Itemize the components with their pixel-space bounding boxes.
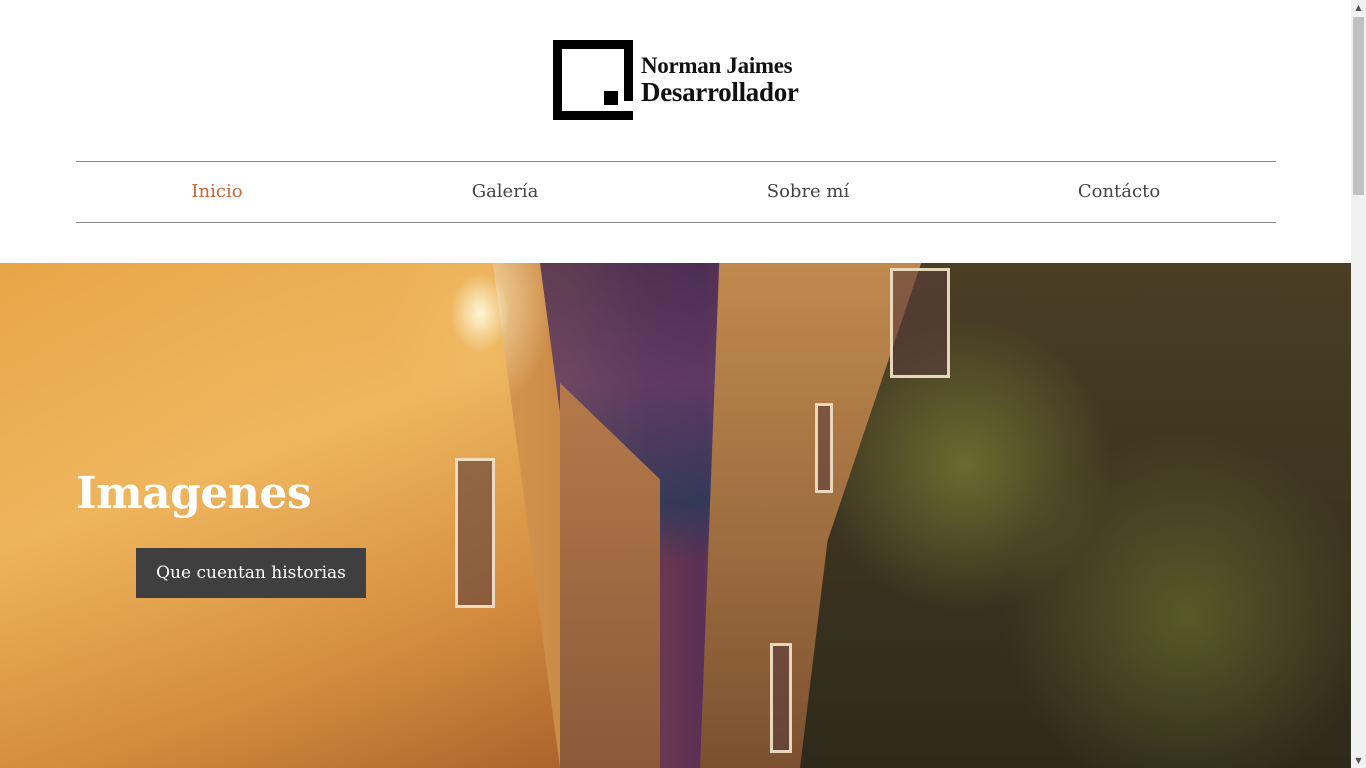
logo-dot (604, 91, 618, 105)
hero-window (815, 403, 833, 493)
hero-window (890, 268, 950, 378)
vertical-scrollbar[interactable]: ▲ ▼ (1351, 0, 1366, 768)
scroll-down-icon[interactable]: ▼ (1351, 753, 1366, 768)
hero-banner: Imagenes Que cuentan historias (0, 263, 1351, 768)
hero-window (770, 643, 792, 753)
logo-notch (624, 101, 633, 111)
main-nav: Inicio Galería Sobre mí Contácto (76, 161, 1276, 223)
site-logo[interactable]: Norman Jaimes Desarrollador (553, 40, 799, 120)
nav-item-galeria[interactable]: Galería (472, 162, 539, 222)
scroll-up-icon[interactable]: ▲ (1351, 0, 1366, 15)
nav-item-sobre-mi[interactable]: Sobre mí (767, 162, 850, 222)
logo-mark-icon (553, 40, 633, 120)
hero-title: Imagenes (76, 468, 312, 519)
logo-text: Norman Jaimes Desarrollador (641, 53, 799, 108)
nav-item-inicio[interactable]: Inicio (191, 162, 242, 222)
logo-name: Norman Jaimes (641, 52, 793, 78)
hero-window (455, 458, 495, 608)
nav-item-contacto[interactable]: Contácto (1078, 162, 1160, 222)
hero-cta-button[interactable]: Que cuentan historias (136, 548, 366, 598)
page: Norman Jaimes Desarrollador Inicio Galer… (0, 0, 1351, 768)
logo-role: Desarrollador (641, 76, 799, 107)
street-lamp-glow (450, 273, 510, 353)
scroll-thumb[interactable] (1353, 17, 1364, 195)
